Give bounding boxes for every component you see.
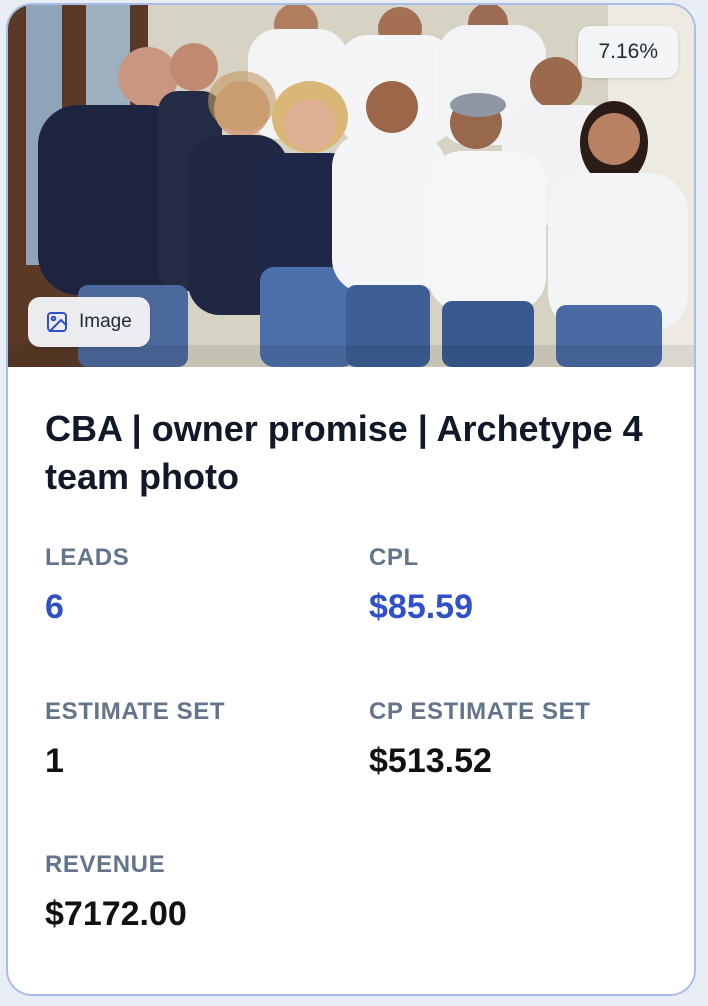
percent-badge: 7.16% — [578, 26, 678, 78]
metric-label: ESTIMATE SET — [45, 698, 226, 725]
media-type-tag: Image — [28, 297, 150, 347]
image-icon — [45, 310, 69, 334]
metric-value: 6 — [45, 588, 64, 626]
metric-value: $7172.00 — [45, 895, 187, 933]
metric-leads: LEADS 6 — [45, 543, 129, 627]
metric-label: LEADS — [45, 544, 130, 571]
metric-cp-estimate-set: CP ESTIMATE SET $513.52 — [369, 697, 590, 781]
creative-title: CBA | owner promise | Archetype 4 team p… — [45, 408, 643, 497]
metric-cpl: CPL $85.59 — [369, 543, 473, 627]
metric-estimate-set: ESTIMATE SET 1 — [45, 697, 225, 781]
metric-revenue: REVENUE $7172.00 — [45, 850, 187, 934]
metric-label: CP ESTIMATE SET — [369, 698, 591, 725]
creative-thumbnail-image[interactable]: 7.16% Image — [8, 5, 694, 367]
metric-value: $85.59 — [369, 588, 473, 626]
media-type-label: Image — [79, 311, 132, 332]
metric-value: $513.52 — [369, 742, 492, 780]
ad-creative-card[interactable]: 7.16% Image CBA | owner promise | Archet… — [6, 3, 696, 996]
metric-label: REVENUE — [45, 851, 166, 878]
metric-value: 1 — [45, 742, 64, 780]
metric-label: CPL — [369, 544, 419, 571]
